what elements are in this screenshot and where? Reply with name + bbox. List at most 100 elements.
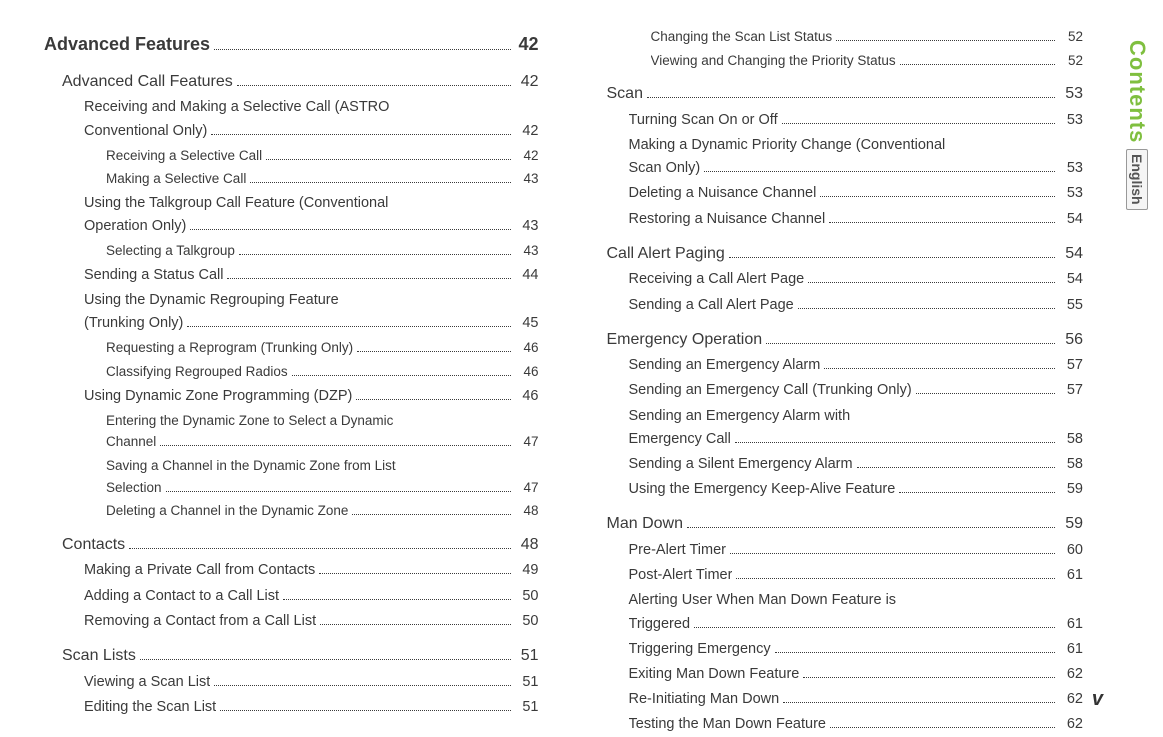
- toc-entry: Restoring a Nuisance Channel54: [629, 208, 1084, 231]
- toc-entry: Editing the Scan List51: [84, 696, 539, 719]
- toc-entry-page: 42: [515, 120, 539, 143]
- leader-dots: [899, 492, 1055, 493]
- toc-entry: Sending a Call Alert Page55: [629, 294, 1084, 317]
- leader-dots: [647, 97, 1055, 98]
- toc-entry: Sending an Emergency Alarm57: [629, 354, 1084, 377]
- toc-entry-row: Viewing and Changing the Priority Status…: [651, 50, 1084, 72]
- toc-entry-page: 59: [1059, 511, 1083, 537]
- leader-dots: [129, 548, 510, 549]
- toc-entry-row: Triggered61: [629, 613, 1084, 636]
- toc-entry-page: 53: [1059, 81, 1083, 107]
- leader-dots: [798, 308, 1055, 309]
- toc-entry: Triggering Emergency61: [629, 638, 1084, 661]
- leader-dots: [283, 599, 510, 600]
- toc-entry-label: Viewing a Scan List: [84, 671, 210, 694]
- leader-dots: [320, 624, 510, 625]
- toc-entry-page: 46: [515, 385, 539, 408]
- toc-entry-label: Call Alert Paging: [607, 241, 725, 267]
- toc-entry: Exiting Man Down Feature62: [629, 663, 1084, 686]
- toc-right-column: Changing the Scan List Status52Viewing a…: [569, 24, 1104, 717]
- leader-dots: [292, 375, 511, 376]
- leader-dots: [250, 182, 510, 183]
- toc-entry-label: Removing a Contact from a Call List: [84, 610, 316, 633]
- leader-dots: [214, 49, 510, 50]
- toc-entry-label: Receiving a Call Alert Page: [629, 268, 805, 291]
- toc-entry-row: (Trunking Only)45: [84, 312, 539, 335]
- leader-dots: [227, 278, 510, 279]
- toc-entry-label: Pre-Alert Timer: [629, 539, 727, 562]
- toc-entry-label: Viewing and Changing the Priority Status: [651, 50, 896, 72]
- toc-entry: Selecting a Talkgroup43: [106, 240, 539, 262]
- toc-page: Advanced Features42 Advanced Call Feature…: [0, 0, 1163, 717]
- toc-entry-label: Re-Initiating Man Down: [629, 688, 780, 711]
- leader-dots: [782, 123, 1055, 124]
- toc-entry-row: Sending an Emergency Call (Trunking Only…: [629, 379, 1084, 402]
- toc-entry-label: Requesting a Reprogram (Trunking Only): [106, 337, 353, 359]
- toc-entry: Using the Emergency Keep-Alive Feature59: [629, 478, 1084, 501]
- toc-entry-label: Man Down: [607, 511, 683, 537]
- toc-entry-page: 58: [1059, 428, 1083, 451]
- leader-dots: [352, 514, 510, 515]
- toc-entry-label: Editing the Scan List: [84, 696, 216, 719]
- toc-entry-row: Adding a Contact to a Call List50: [84, 585, 539, 608]
- toc-entry: Making a Selective Call43: [106, 168, 539, 190]
- toc-entry: Pre-Alert Timer 60: [629, 539, 1084, 562]
- leader-dots: [211, 134, 510, 135]
- leader-dots: [735, 442, 1055, 443]
- toc-entry-row: Scan Lists51: [62, 643, 539, 669]
- leader-dots: [729, 257, 1055, 258]
- toc-entry-page: 61: [1059, 613, 1083, 636]
- toc-entry-page: 54: [1059, 268, 1083, 291]
- toc-entry-row: Restoring a Nuisance Channel54: [629, 208, 1084, 231]
- toc-entry: Entering the Dynamic Zone to Select a Dy…: [106, 410, 539, 453]
- toc-entry-label: Selection: [106, 477, 162, 499]
- toc-entry-page: 46: [515, 337, 539, 359]
- toc-entry-page: 42: [515, 69, 539, 95]
- toc-entry-label: Making a Selective Call: [106, 168, 246, 190]
- toc-entry-row: Changing the Scan List Status52: [651, 26, 1084, 48]
- leader-dots: [766, 343, 1055, 344]
- toc-entry-page: 56: [1059, 327, 1083, 353]
- toc-entry-row: Turning Scan On or Off53: [629, 109, 1084, 132]
- leader-dots: [736, 578, 1055, 579]
- leader-dots: [704, 171, 1055, 172]
- toc-entry-page: 46: [515, 361, 539, 383]
- toc-entry-row: Contacts48: [62, 532, 539, 558]
- toc-entry-row: Advanced Call Features42: [62, 69, 539, 95]
- toc-entry-label: Alerting User When Man Down Feature is: [629, 589, 1084, 612]
- toc-entry-page: 54: [1059, 241, 1083, 267]
- leader-dots: [266, 159, 510, 160]
- toc-entry-label: Sending a Call Alert Page: [629, 294, 794, 317]
- toc-entry-row: Scan53: [607, 81, 1084, 107]
- toc-entry-label: Entering the Dynamic Zone to Select a Dy…: [106, 410, 539, 432]
- toc-entry-page: 54: [1059, 208, 1083, 231]
- toc-entry-row: Advanced Features42: [44, 30, 539, 59]
- leader-dots: [319, 573, 510, 574]
- toc-entry: Receiving and Making a Selective Call (A…: [84, 96, 539, 142]
- toc-entry-page: 47: [515, 477, 539, 499]
- toc-entry-row: Channel47: [106, 431, 539, 453]
- toc-entry-row: Call Alert Paging 54: [607, 241, 1084, 267]
- leader-dots: [836, 40, 1055, 41]
- toc-entry: Advanced Features42: [44, 30, 539, 59]
- toc-entry-row: Triggering Emergency61: [629, 638, 1084, 661]
- toc-entry-row: Removing a Contact from a Call List50: [84, 610, 539, 633]
- toc-entry-page: 51: [515, 643, 539, 669]
- toc-entry-row: Sending a Status Call44: [84, 264, 539, 287]
- toc-entry-label: Using the Emergency Keep-Alive Feature: [629, 478, 896, 501]
- toc-entry-page: 60: [1059, 539, 1083, 562]
- leader-dots: [356, 399, 510, 400]
- leader-dots: [783, 702, 1055, 703]
- toc-entry-row: Sending an Emergency Alarm57: [629, 354, 1084, 377]
- toc-entry-row: Post-Alert Timer61: [629, 564, 1084, 587]
- leader-dots: [220, 710, 510, 711]
- toc-entry-label: (Trunking Only): [84, 312, 183, 335]
- toc-entry: Using the Dynamic Regrouping Feature(Tru…: [84, 289, 539, 335]
- toc-entry: Making a Dynamic Priority Change (Conven…: [629, 134, 1084, 180]
- toc-entry-label: Deleting a Channel in the Dynamic Zone: [106, 500, 348, 522]
- toc-entry-page: 48: [515, 500, 539, 522]
- toc-entry-label: Making a Private Call from Contacts: [84, 559, 315, 582]
- toc-entry-page: 42: [515, 145, 539, 167]
- leader-dots: [166, 491, 511, 492]
- toc-entry-label: Using the Talkgroup Call Feature (Conven…: [84, 192, 539, 215]
